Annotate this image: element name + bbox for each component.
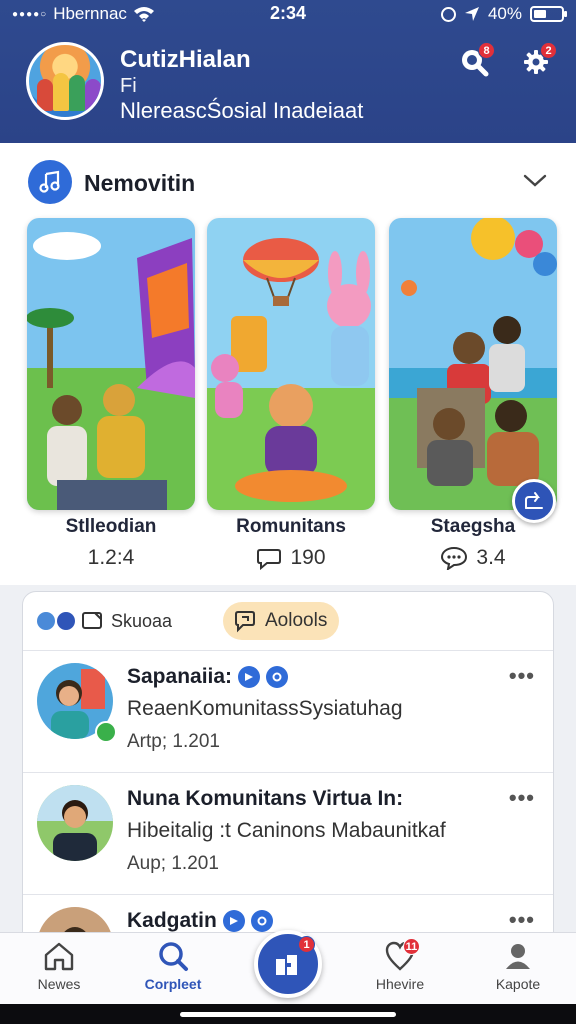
story-count-1: 1.2:4 (27, 546, 195, 570)
story-card-2[interactable] (207, 218, 375, 510)
chat-bubble-icon (257, 549, 282, 570)
create-post-button[interactable]: 1 (254, 930, 322, 998)
story-card-1[interactable] (27, 218, 195, 510)
tab-skuoaa[interactable]: Skuoaa (81, 610, 172, 632)
post-author-2[interactable]: Nuna Komunitans Virtua In: (127, 787, 403, 811)
post-author-1[interactable]: Sapanaiia: (127, 665, 289, 689)
profile-icon (506, 944, 530, 969)
post-body-2: Hibeitalig :t Caninons Mabaunitkaf (127, 819, 446, 842)
page-description: NlereascŚosial Inadeiaat (120, 98, 364, 123)
story-count-value-3: 3.4 (476, 546, 506, 569)
feed-post-2[interactable]: Nuna Komunitans Virtua In: Hibeitalig :t… (23, 772, 553, 894)
link-icon (266, 666, 289, 688)
story-count-value-2: 190 (290, 546, 326, 569)
story-count-value-1: 1.2:4 (87, 546, 135, 569)
home-indicator (0, 1004, 576, 1024)
story-count-2: 190 (207, 546, 375, 570)
post-meta-1: Artp; 1.201 (127, 731, 220, 752)
share-button[interactable] (512, 479, 556, 523)
speech-bubble-icon (235, 611, 255, 633)
story-image-2 (207, 218, 375, 510)
message-square-icon (82, 612, 102, 629)
alarm-icon (440, 6, 456, 22)
nav-item-hhevire[interactable]: 11 Hhevire (345, 938, 455, 992)
status-dots-icon (37, 612, 75, 630)
status-bar: ●●●●○ Hbernnac 2:34 40% (0, 0, 576, 28)
section-title: Nemovitin (84, 170, 196, 196)
verified-icon (238, 666, 261, 688)
story-card-3[interactable] (389, 218, 557, 510)
location-arrow-icon (464, 7, 479, 21)
nav-label-corpleet: Corpleet (144, 976, 202, 992)
post-meta-2: Aup; 1.201 (127, 853, 219, 874)
post-author-name-1: Sapanaiia: (127, 665, 233, 688)
nav-item-news[interactable]: Newes (4, 940, 114, 992)
feed-tabs: Skuoaa Aolools (23, 592, 553, 650)
nav-label-kapote: Kapote (495, 976, 541, 992)
story-count-3: 3.4 (389, 546, 557, 570)
verified-icon (222, 910, 245, 932)
search-badge: 8 (478, 42, 495, 59)
tab-aolools[interactable]: Aolools (223, 602, 340, 640)
story-label-2: Romunitans (236, 516, 346, 537)
nav-label-news: Newes (37, 976, 81, 992)
status-right: 40% (440, 4, 567, 24)
search-icon (159, 942, 188, 971)
link-icon (250, 910, 273, 932)
post-body-1: ReaenKomunitassSysiatuhag (127, 697, 403, 720)
online-badge-icon (95, 721, 117, 743)
feed-panel: Skuoaa Aolools Sapanaiia: ReaenKomunitas… (22, 591, 554, 951)
page-title: CutizHialan (120, 46, 251, 73)
avatar[interactable] (37, 785, 113, 861)
tab-skuoaa-label: Skuoaa (111, 610, 173, 631)
settings-badge: 2 (540, 42, 557, 59)
tab-aolools-label: Aolools (265, 610, 328, 631)
app-header: ●●●●○ Hbernnac 2:34 40% CutizHialan Fi N… (0, 0, 576, 143)
center-badge: 1 (298, 936, 315, 953)
chevron-down-icon[interactable] (522, 170, 548, 190)
settings-button[interactable]: 2 (518, 42, 557, 80)
comment-dots-icon (441, 546, 468, 570)
music-note-icon (28, 160, 72, 204)
nav-item-corpleet[interactable]: Corpleet (118, 940, 228, 992)
community-avatar[interactable] (26, 42, 104, 120)
home-icon (44, 942, 74, 971)
story-image-1 (27, 218, 195, 510)
feed-post-1[interactable]: Sapanaiia: ReaenKomunitassSysiatuhag Art… (23, 650, 553, 772)
grid-blocks-icon (276, 955, 297, 975)
more-options-icon[interactable]: ••• (509, 785, 535, 811)
nav-item-kapote[interactable]: Kapote (463, 940, 573, 992)
nav-label-hhevire: Hhevire (375, 976, 425, 992)
more-options-icon[interactable]: ••• (509, 907, 535, 933)
battery-icon (530, 6, 567, 22)
nav-badge-hhevire: 11 (403, 938, 420, 955)
story-image-3 (389, 218, 557, 510)
search-button[interactable]: 8 (456, 42, 495, 80)
more-options-icon[interactable]: ••• (509, 663, 535, 689)
post-author-3[interactable]: Kadgatin (127, 909, 273, 933)
page-subtitle: Fi (120, 75, 137, 97)
share-icon (525, 492, 543, 509)
battery-percent: 40% (487, 4, 522, 23)
story-label-1: Stlleodian (65, 516, 157, 537)
post-author-name-3: Kadgatin (127, 909, 217, 932)
